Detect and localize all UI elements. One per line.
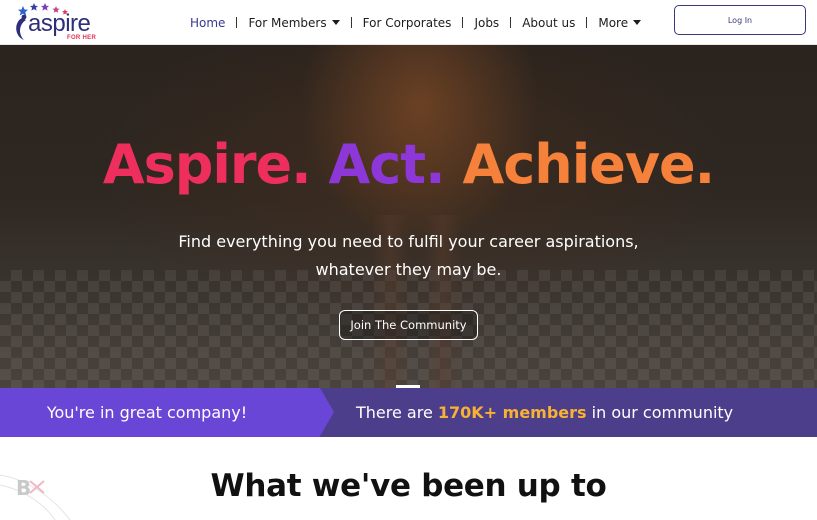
nav-divider xyxy=(586,17,588,28)
nav-home[interactable]: Home xyxy=(190,16,225,30)
aspire-logo[interactable]: aspire FOR HER xyxy=(10,2,102,44)
banner-arrow-shape xyxy=(320,388,334,436)
hero-section: Aspire. Act. Achieve. Find everything yo… xyxy=(0,45,817,388)
hero-title-achieve: Achieve. xyxy=(462,133,715,196)
banner-left-text: You're in great company! xyxy=(0,388,334,437)
nav-divider xyxy=(462,17,464,28)
caret-down-icon xyxy=(633,20,642,25)
member-count: 170K+ members xyxy=(437,403,587,422)
hero-subtitle-line-1: Find everything you need to fulfil your … xyxy=(178,232,639,251)
nav-jobs[interactable]: Jobs xyxy=(474,16,499,30)
nav-for-members-label: For Members xyxy=(248,15,327,30)
hero-title-aspire: Aspire. xyxy=(102,133,312,196)
hero-subtitle-line-2: whatever they may be. xyxy=(315,260,502,279)
hero-title: Aspire. Act. Achieve. xyxy=(0,133,817,196)
nav-about-us[interactable]: About us xyxy=(522,16,575,30)
hero-title-act: Act. xyxy=(328,133,446,196)
banner-right-suffix: in our community xyxy=(586,403,734,422)
logo-subtext: FOR HER xyxy=(67,35,97,41)
site-header: aspire FOR HER Home For Members For Corp… xyxy=(0,0,817,45)
banner-right-prefix: There are xyxy=(356,403,438,422)
nav-divider xyxy=(510,17,512,28)
community-banner: You're in great company! There are 170K+… xyxy=(0,388,817,437)
nav-divider xyxy=(350,17,352,28)
join-community-button[interactable]: Join The Community xyxy=(339,310,478,340)
nav-more-label: More xyxy=(598,15,629,30)
section-title: What we've been up to xyxy=(210,468,607,504)
banner-right: There are 170K+ members in our community xyxy=(320,388,817,437)
logo-text: aspire xyxy=(28,10,91,37)
nav-divider xyxy=(236,17,238,28)
caret-down-icon xyxy=(331,20,340,25)
nav-for-corporates[interactable]: For Corporates xyxy=(363,16,452,30)
nav-for-members[interactable]: For Members xyxy=(248,15,340,30)
nav-home-label: Home xyxy=(190,15,226,30)
main-nav: Home For Members For Corporates Jobs Abo… xyxy=(190,0,642,45)
nav-for-corporates-label: For Corporates xyxy=(362,15,452,30)
login-button[interactable]: Log In xyxy=(674,5,806,35)
nav-about-us-label: About us xyxy=(522,15,576,30)
nav-jobs-label: Jobs xyxy=(474,15,500,30)
hero-subtitle: Find everything you need to fulfil your … xyxy=(0,228,817,284)
nav-more[interactable]: More xyxy=(598,15,642,30)
